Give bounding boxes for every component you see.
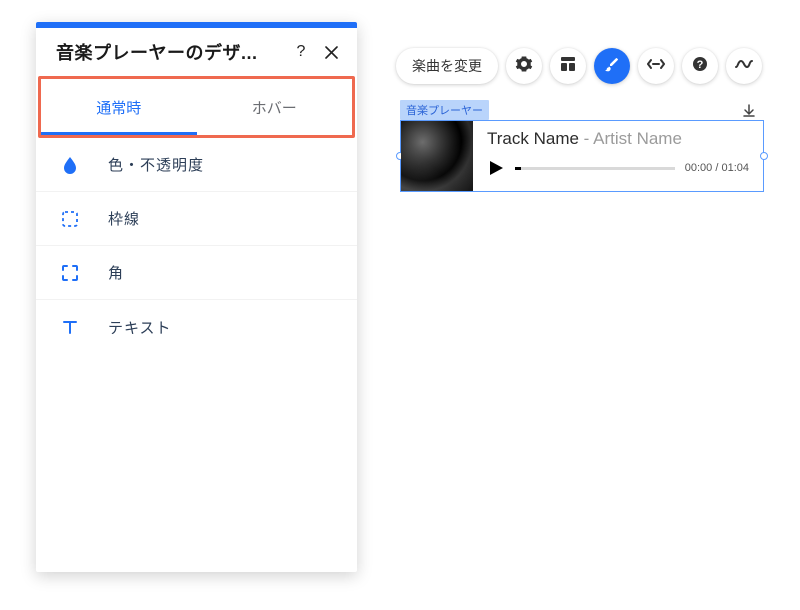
tabs-highlight-box: 通常時 ホバー bbox=[38, 76, 355, 138]
track-name: Track Name bbox=[487, 129, 579, 148]
tab-active-underline bbox=[41, 132, 197, 135]
option-label: 色・不透明度 bbox=[108, 154, 204, 175]
download-icon[interactable] bbox=[741, 103, 757, 119]
design-button[interactable] bbox=[594, 48, 630, 84]
progress-bar[interactable] bbox=[515, 167, 675, 170]
time-display: 00:00 / 01:04 bbox=[685, 162, 749, 174]
design-tabs: 通常時 ホバー bbox=[41, 79, 352, 135]
brush-icon bbox=[604, 56, 620, 77]
option-border[interactable]: 枠線 bbox=[36, 192, 357, 246]
droplet-icon bbox=[60, 155, 80, 175]
change-track-button[interactable]: 楽曲を変更 bbox=[396, 48, 498, 84]
option-label: 枠線 bbox=[108, 208, 140, 229]
panel-header: 音楽プレーヤーのデザ... ? bbox=[36, 28, 357, 76]
animation-button[interactable] bbox=[726, 48, 762, 84]
stretch-icon bbox=[647, 57, 665, 76]
help-button[interactable]: ? bbox=[682, 48, 718, 84]
widget-selection-box[interactable]: Track Name - Artist Name 00:00 / 01:04 bbox=[400, 120, 764, 192]
player-info: Track Name - Artist Name 00:00 / 01:04 bbox=[473, 121, 763, 191]
close-icon[interactable] bbox=[319, 40, 343, 64]
design-options-list: 色・不透明度 枠線 角 テキスト bbox=[36, 138, 357, 354]
wave-icon bbox=[735, 57, 753, 76]
question-icon: ? bbox=[692, 56, 708, 77]
dashed-square-icon bbox=[60, 209, 80, 229]
option-color-opacity[interactable]: 色・不透明度 bbox=[36, 138, 357, 192]
widget-type-label: 音楽プレーヤー bbox=[400, 100, 489, 120]
current-time: 00:00 bbox=[685, 162, 713, 174]
option-label: テキスト bbox=[108, 317, 172, 338]
artist-name: Artist Name bbox=[593, 129, 682, 148]
play-button[interactable] bbox=[487, 159, 505, 177]
layout-icon bbox=[560, 56, 576, 77]
option-corner[interactable]: 角 bbox=[36, 246, 357, 300]
total-time: 01:04 bbox=[721, 162, 749, 174]
layout-button[interactable] bbox=[550, 48, 586, 84]
text-icon bbox=[60, 317, 80, 337]
floating-toolbar: 楽曲を変更 ? bbox=[396, 48, 762, 84]
gear-icon bbox=[515, 55, 533, 78]
title-separator: - bbox=[579, 129, 593, 148]
player-controls: 00:00 / 01:04 bbox=[487, 159, 749, 177]
option-label: 角 bbox=[108, 262, 124, 283]
help-icon[interactable]: ? bbox=[289, 40, 313, 64]
svg-text:?: ? bbox=[697, 59, 704, 71]
music-player-widget: 音楽プレーヤー Track Name - Artist Name 00:00 /… bbox=[400, 100, 764, 192]
stretch-button[interactable] bbox=[638, 48, 674, 84]
settings-button[interactable] bbox=[506, 48, 542, 84]
option-text[interactable]: テキスト bbox=[36, 300, 357, 354]
track-title-line: Track Name - Artist Name bbox=[487, 129, 749, 149]
album-art bbox=[401, 121, 473, 191]
corners-icon bbox=[60, 263, 80, 283]
design-panel: 音楽プレーヤーのデザ... ? 通常時 ホバー 色・不透明度 枠線 bbox=[36, 22, 357, 572]
panel-title: 音楽プレーヤーのデザ... bbox=[56, 39, 283, 65]
tab-hover[interactable]: ホバー bbox=[197, 79, 353, 135]
tab-normal[interactable]: 通常時 bbox=[41, 79, 197, 135]
